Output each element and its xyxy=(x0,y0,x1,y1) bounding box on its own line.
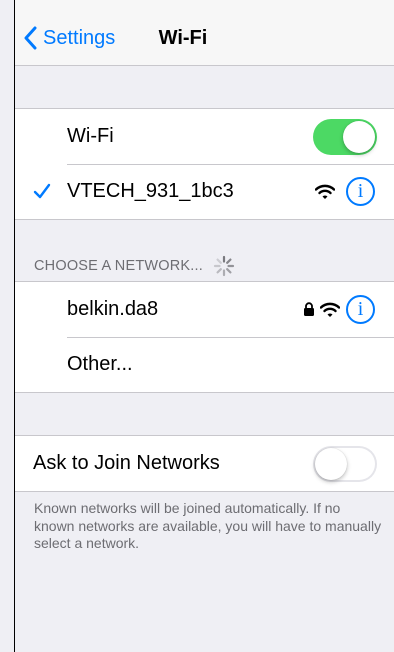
ask-to-join-footer: Known networks will be joined automatica… xyxy=(34,500,382,551)
checkmark-icon xyxy=(33,183,51,199)
choose-network-header: CHOOSE A NETWORK... xyxy=(34,255,235,277)
wifi-toggle-row: Wi-Fi xyxy=(15,109,394,164)
choose-network-header-label: CHOOSE A NETWORK... xyxy=(34,258,203,274)
network-row[interactable]: belkin.da8 i xyxy=(15,282,394,337)
ask-to-join-row: Ask to Join Networks xyxy=(15,436,394,491)
network-name: belkin.da8 xyxy=(67,298,159,320)
other-network-row[interactable]: Other... xyxy=(15,337,394,392)
info-icon[interactable]: i xyxy=(346,295,375,324)
ask-to-join-toggle[interactable] xyxy=(313,446,377,482)
wifi-settings-screen: Settings Wi-Fi Wi-Fi VTECH_931_1bc3 i CH… xyxy=(14,0,394,652)
other-network-label: Other... xyxy=(67,353,133,375)
page-title: Wi-Fi xyxy=(158,27,208,49)
lock-icon xyxy=(304,302,314,316)
ask-to-join-label: Ask to Join Networks xyxy=(33,452,220,474)
navigation-bar: Settings Wi-Fi xyxy=(15,0,394,66)
info-icon[interactable]: i xyxy=(346,177,375,206)
connected-network-name: VTECH_931_1bc3 xyxy=(67,180,234,202)
available-networks-group: belkin.da8 i Other... xyxy=(15,281,394,393)
connected-network-row[interactable]: VTECH_931_1bc3 i xyxy=(15,164,394,219)
wifi-toggle[interactable] xyxy=(313,119,377,155)
wifi-icon xyxy=(315,184,335,199)
ask-to-join-group: Ask to Join Networks xyxy=(15,435,394,492)
wifi-toggle-label: Wi-Fi xyxy=(67,125,114,147)
wifi-icon xyxy=(320,302,340,317)
wifi-group: Wi-Fi VTECH_931_1bc3 i xyxy=(15,108,394,220)
wifi-toggle-knob xyxy=(343,121,375,153)
spinner-icon xyxy=(213,255,235,277)
ask-to-join-toggle-knob xyxy=(315,448,347,480)
